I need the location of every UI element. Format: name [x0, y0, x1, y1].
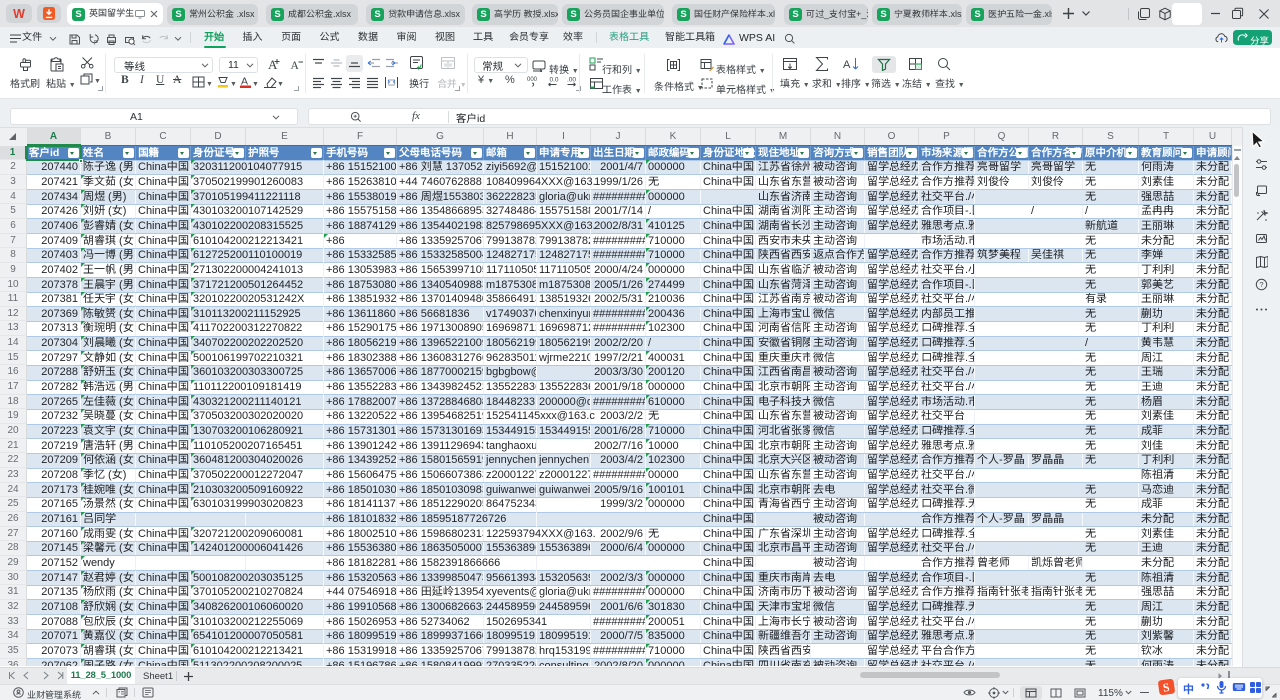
- svg-text:000: 000: [527, 77, 538, 83]
- svg-text:0.0: 0.0: [550, 77, 559, 84]
- svg-text:.00: .00: [567, 77, 576, 84]
- svg-text:?: ?: [1259, 280, 1263, 289]
- svg-text:P: P: [94, 41, 98, 47]
- svg-text:W: W: [13, 7, 25, 21]
- svg-text:A: A: [843, 59, 851, 71]
- svg-text:A: A: [291, 60, 300, 71]
